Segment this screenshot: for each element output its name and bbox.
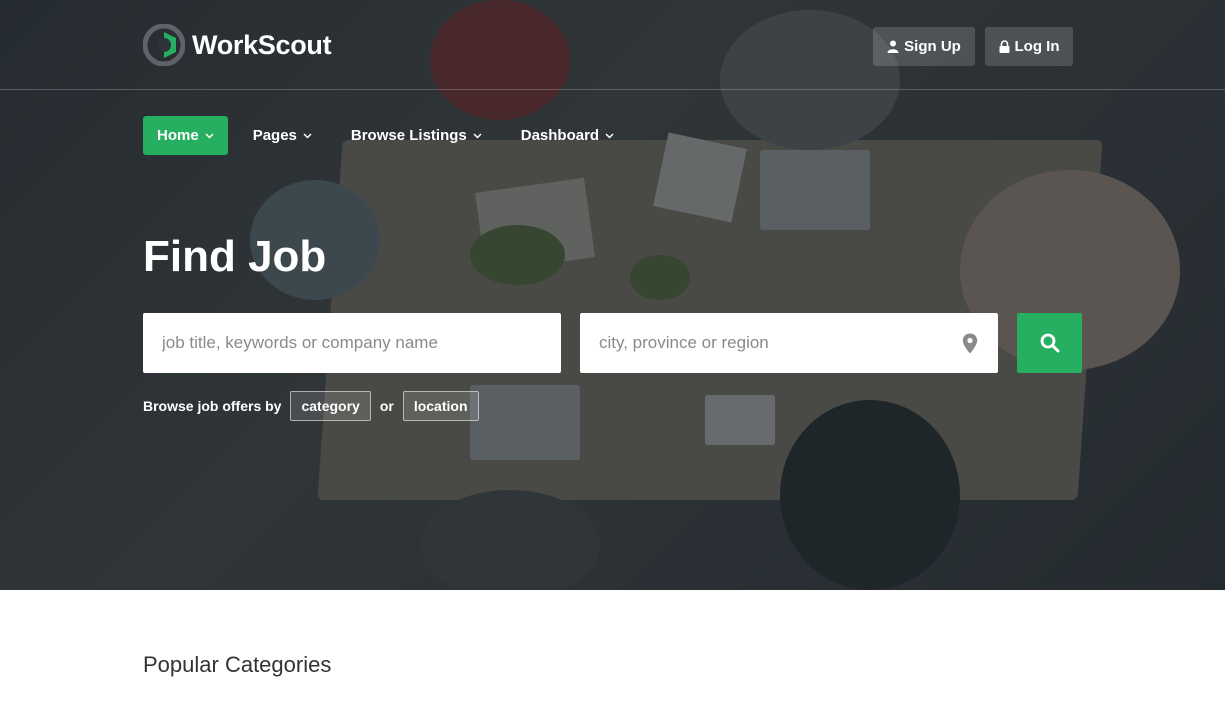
search-button[interactable] bbox=[1017, 313, 1082, 373]
search-icon bbox=[1040, 333, 1059, 353]
logo[interactable]: WorkScout bbox=[142, 23, 332, 67]
chevron-down-icon bbox=[605, 132, 614, 139]
log-in-label: Log In bbox=[1014, 38, 1060, 55]
main-nav: Home Pages Browse Listings Dashboard bbox=[143, 116, 639, 155]
nav-item-pages[interactable]: Pages bbox=[239, 116, 326, 155]
sign-up-label: Sign Up bbox=[904, 38, 961, 55]
logo-icon bbox=[142, 23, 186, 67]
nav-item-label: Home bbox=[157, 127, 199, 144]
nav-item-browse-listings[interactable]: Browse Listings bbox=[337, 116, 496, 155]
chevron-down-icon bbox=[473, 132, 482, 139]
sign-up-button[interactable]: Sign Up bbox=[873, 27, 975, 66]
nav-item-label: Pages bbox=[252, 127, 297, 144]
browse-or-text: or bbox=[379, 398, 394, 414]
browse-location-link[interactable]: location bbox=[402, 391, 479, 421]
browse-label: Browse job offers by bbox=[143, 398, 282, 414]
log-in-button[interactable]: Log In bbox=[985, 27, 1073, 66]
nav-item-label: Browse Listings bbox=[350, 127, 467, 144]
page-title: Find Job bbox=[143, 232, 327, 281]
chevron-down-icon bbox=[205, 132, 214, 139]
lock-icon bbox=[999, 40, 1009, 53]
map-pin-icon bbox=[962, 333, 978, 359]
nav-item-home[interactable]: Home bbox=[143, 116, 228, 155]
chevron-down-icon bbox=[303, 132, 312, 139]
popular-categories-heading: Popular Categories bbox=[143, 652, 332, 677]
nav-item-label: Dashboard bbox=[520, 127, 600, 144]
nav-item-dashboard[interactable]: Dashboard bbox=[507, 116, 628, 155]
location-search-input[interactable] bbox=[580, 313, 998, 373]
browse-category-link[interactable]: category bbox=[290, 391, 371, 421]
user-icon bbox=[887, 40, 899, 53]
browse-links: Browse job offers by category or locatio… bbox=[143, 391, 479, 421]
keyword-search-input[interactable] bbox=[143, 313, 561, 373]
logo-text: WorkScout bbox=[192, 29, 332, 60]
header-divider bbox=[0, 89, 1225, 90]
